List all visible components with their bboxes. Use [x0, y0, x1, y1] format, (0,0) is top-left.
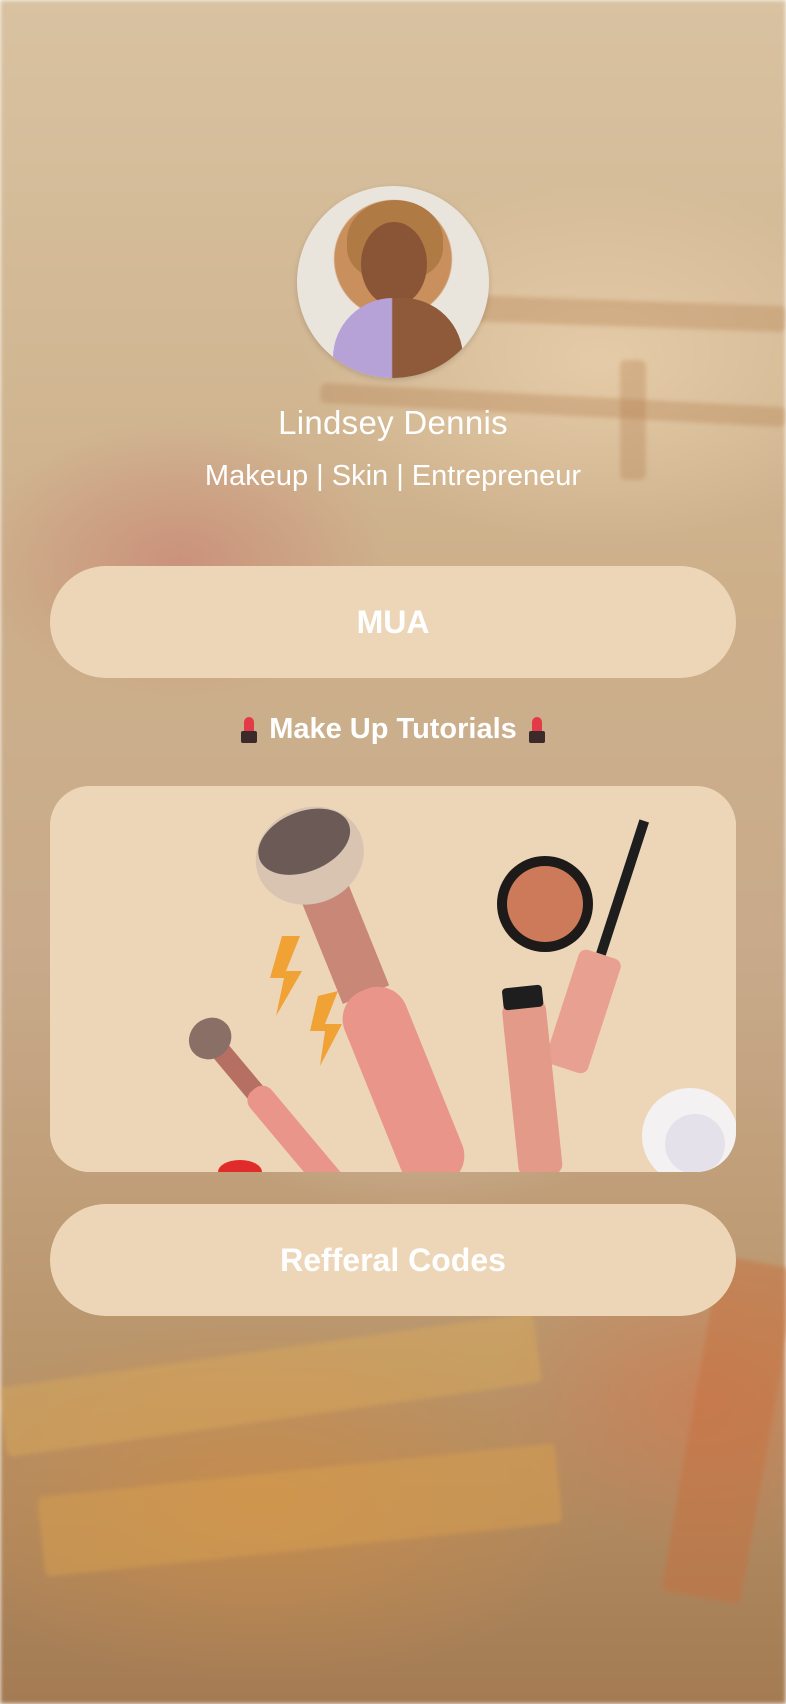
link-page: Lindsey Dennis Makeup | Skin | Entrepren… [0, 0, 786, 1704]
referral-codes-button[interactable]: Refferal Codes [50, 1204, 736, 1316]
profile-name: Lindsey Dennis [278, 404, 508, 441]
makeup-flatlay-thumbnail [50, 786, 736, 1172]
mua-button[interactable]: MUA [50, 566, 736, 678]
profile-bio: Makeup | Skin | Entrepreneur [204, 460, 582, 492]
tutorials-title: Make Up Tutorials [269, 713, 517, 745]
lipstick-icon [527, 716, 547, 743]
avatar [297, 186, 489, 378]
lipstick-icon [239, 716, 259, 743]
tutorials-image-card[interactable] [50, 786, 736, 1172]
referral-codes-label: Refferal Codes [280, 1241, 506, 1278]
mua-button-label: MUA [356, 603, 430, 640]
tutorials-heading: Make Up Tutorials [0, 713, 786, 746]
